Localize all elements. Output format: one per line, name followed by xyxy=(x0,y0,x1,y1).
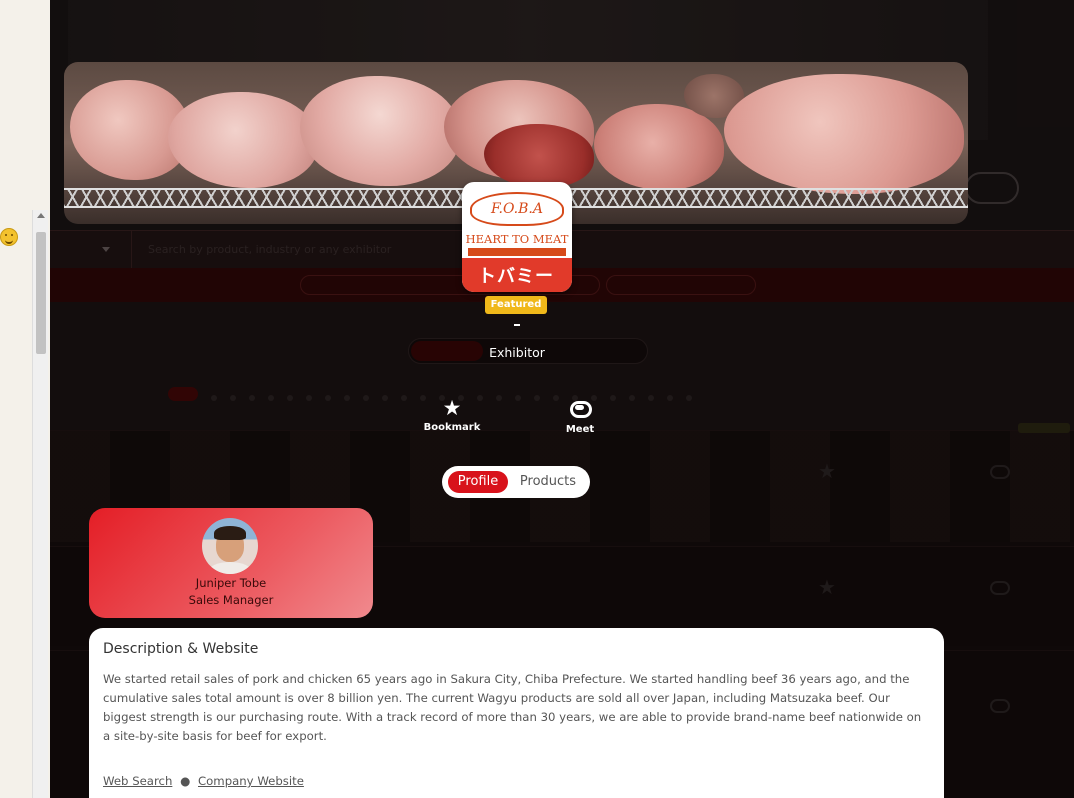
smiley-emoji-icon xyxy=(0,228,18,246)
bullet-separator: ● xyxy=(180,774,191,788)
web-search-link[interactable]: Web Search xyxy=(103,774,172,788)
tab-profile[interactable]: Profile xyxy=(448,471,508,493)
logo-script-text: F.O.B.A xyxy=(470,192,564,226)
meet-label: Meet xyxy=(565,424,595,435)
star-icon: ★ xyxy=(442,396,462,420)
company-logo: F.O.B.A HEART TO MEAT トバミート xyxy=(462,182,572,292)
bookmark-label: Bookmark xyxy=(423,422,481,433)
website-links: Web Search ● Company Website xyxy=(103,774,304,788)
meet-button[interactable]: Meet xyxy=(545,396,615,435)
logo-subbar xyxy=(468,248,566,256)
logo-red-bar: トバミート xyxy=(462,258,572,292)
contact-title: Sales Manager xyxy=(188,593,274,607)
contact-card[interactable]: Juniper Tobe Sales Manager xyxy=(89,508,373,618)
logo-main-text: HEART TO MEAT xyxy=(465,232,569,246)
profile-products-toggle: Profile Products xyxy=(442,466,590,498)
featured-badge: Featured xyxy=(485,296,547,314)
logo-japanese-text: トバミート xyxy=(478,266,554,287)
tab-products[interactable]: Products xyxy=(512,471,584,493)
description-body: We started retail sales of pork and chic… xyxy=(103,672,922,743)
handshake-icon xyxy=(567,396,593,418)
scroll-thumb[interactable] xyxy=(36,232,46,354)
bookmark-button[interactable]: ★ Bookmark xyxy=(417,396,487,433)
description-panel: Description & Website We started retail … xyxy=(89,628,944,798)
scrollbar[interactable] xyxy=(32,210,48,798)
description-heading: Description & Website xyxy=(103,641,259,657)
contact-name: Juniper Tobe xyxy=(195,576,267,590)
scroll-up-arrow-icon[interactable] xyxy=(37,213,45,218)
company-website-link[interactable]: Company Website xyxy=(198,774,304,788)
dash-separator xyxy=(514,324,520,326)
avatar xyxy=(202,518,258,574)
exhibitor-label: Exhibitor xyxy=(489,345,545,360)
